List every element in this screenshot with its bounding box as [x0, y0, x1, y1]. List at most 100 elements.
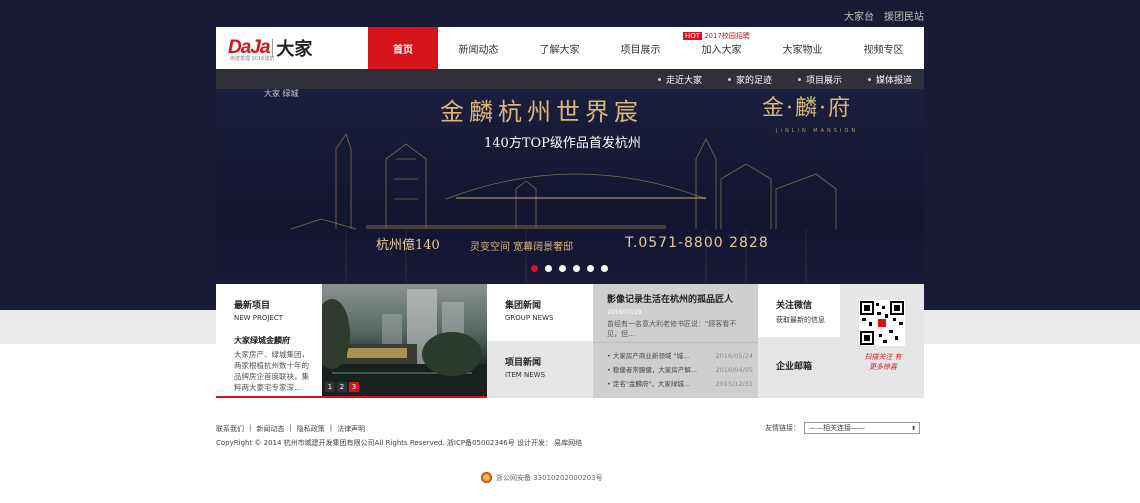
- bullet-icon: [657, 77, 661, 81]
- friend-links: 友情链接： ——相关连接—— ⬍: [765, 422, 920, 434]
- subnav-item-label: 项目展示: [805, 75, 842, 86]
- wechat-column: 关注微信 获取最新的信息 企业邮箱: [758, 284, 840, 398]
- friend-links-select[interactable]: ——相关连接—— ⬍: [804, 422, 920, 434]
- tab-item-news-title-en: ITEM NEWS: [505, 371, 546, 379]
- project-name[interactable]: 大家绿城金麟府: [234, 335, 322, 346]
- carousel-dot-1[interactable]: [545, 265, 552, 272]
- subnav-item-label: 走近大家: [665, 75, 702, 86]
- police-record-text: 浙公网安备 33010202000203号: [496, 473, 603, 482]
- nav-item-label: 大家物业: [782, 44, 823, 56]
- bullet-icon: [797, 77, 801, 81]
- wechat-title: 关注微信: [776, 301, 813, 311]
- banner-project-logo: 金·麟·府: [762, 96, 852, 121]
- nav-item-1[interactable]: 新闻动态: [438, 27, 519, 69]
- police-badge-icon: [481, 472, 492, 483]
- project-description: 大家房产、绿城集团，两家根植杭州数十年的品牌房企首度联袂，集粹两大豪宅专家深..…: [234, 350, 309, 392]
- nav-items: 首页 新闻动态 了解大家 项目展示 加入大家 HOT 2017校园招聘 大家物业 视频专区: [368, 27, 924, 69]
- nav-item-2[interactable]: 了解大家: [519, 27, 600, 69]
- subnav-item-2[interactable]: 项目展示: [797, 73, 842, 86]
- carousel-dot-3[interactable]: [573, 265, 580, 272]
- subnav-item-label: 家的足迹: [735, 75, 772, 86]
- nav-item-label: 新闻动态: [458, 44, 499, 56]
- carousel-dot-0[interactable]: [531, 265, 538, 272]
- footer-link-1[interactable]: 新闻动态: [256, 424, 284, 434]
- nav-item-4[interactable]: 加入大家 HOT 2017校园招聘: [681, 27, 762, 69]
- top-link-1[interactable]: 援团民站: [884, 8, 924, 23]
- nav-item-label: 加入大家: [701, 44, 742, 56]
- project-section-title: 最新项目: [234, 301, 271, 311]
- banner-subtitle: 140方TOP级作品首发杭州: [484, 136, 641, 151]
- news-item[interactable]: • 大家房产商业新领域 "城... 2016/05/24: [607, 349, 753, 363]
- qr-column: 扫描关注 有更多惊喜: [840, 284, 924, 398]
- news-item-title-text: 大家房产商业新领域 "城...: [612, 352, 690, 360]
- logo-brand-cn: 大家: [276, 39, 313, 60]
- top-link-0[interactable]: 大家台: [844, 8, 874, 23]
- subnav-item-1[interactable]: 家的足迹: [727, 73, 772, 86]
- footer-link-0[interactable]: 联系我们: [216, 424, 244, 434]
- footer-link-2[interactable]: 隐私政策: [297, 424, 325, 434]
- news-tabs: 集团新闻 GROUP NEWS 项目新闻 ITEM NEWS: [487, 284, 593, 398]
- footer-link-separator: |: [249, 424, 252, 432]
- footer-link-3[interactable]: 法律声明: [337, 424, 365, 434]
- company-mail[interactable]: 企业邮箱: [758, 337, 840, 398]
- project-page-2[interactable]: 3: [349, 382, 359, 392]
- footer-link-separator: |: [289, 424, 292, 432]
- police-record[interactable]: 浙公网安备 33010202000203号: [481, 472, 603, 483]
- nav-item-5[interactable]: 大家物业: [762, 27, 843, 69]
- qr-code-pattern: [860, 301, 904, 345]
- news-item[interactable]: • 稳健者常臆健，大家房产解... 2016/04/05: [607, 363, 753, 377]
- banner-bottom-mid: 灵变空间 宽幕阔景奢邸: [470, 242, 574, 253]
- footer-link-separator: |: [329, 424, 333, 432]
- news-headline[interactable]: 影像记录生活在杭州的孤品匠人: [607, 292, 758, 305]
- carousel-dot-2[interactable]: [559, 265, 566, 272]
- nav-item-label: 视频专区: [863, 44, 904, 56]
- wechat-subtitle: 获取最新的信息: [776, 316, 825, 324]
- hot-text: 2017校园招聘: [704, 32, 750, 40]
- tab-item-news[interactable]: 项目新闻 ITEM NEWS: [487, 341, 593, 398]
- banner-title: 金麟杭州世界宸: [440, 98, 643, 126]
- news-divider: [593, 342, 758, 343]
- carousel-dot-4[interactable]: [587, 265, 594, 272]
- banner-phone: T.0571-8800 2828: [625, 235, 769, 251]
- project-page-0[interactable]: 1: [325, 382, 335, 392]
- main-nav: DaJa 大家 用建筑理 2016建筑 首页 新闻动态 了解大家 项目展示 加入大家 HO…: [216, 27, 924, 69]
- site-logo[interactable]: DaJa 大家 用建筑理 2016建筑: [216, 27, 368, 69]
- news-item-date: 2015/12/31: [715, 380, 753, 388]
- news-item-title: • 稳健者常臆健，大家房产解...: [607, 363, 697, 377]
- nav-item-6[interactable]: 视频专区: [843, 27, 924, 69]
- subnav-item-3[interactable]: 媒体报道: [867, 73, 912, 86]
- nav-item-3[interactable]: 项目展示: [600, 27, 681, 69]
- carousel-dot-5[interactable]: [601, 265, 608, 272]
- tab-group-news-title: 集团新闻: [505, 301, 542, 311]
- nav-item-label: 了解大家: [539, 44, 580, 56]
- friend-links-select-value: ——相关连接——: [809, 424, 865, 432]
- hot-recruit-badge[interactable]: HOT 2017校园招聘: [683, 31, 750, 41]
- project-image[interactable]: 123: [322, 284, 487, 398]
- nav-item-0[interactable]: 首页: [368, 27, 438, 69]
- news-item[interactable]: • 定名"金麟府"，大家绿城... 2015/12/31: [607, 377, 753, 391]
- tab-group-news[interactable]: 集团新闻 GROUP NEWS: [487, 284, 593, 341]
- news-list: 影像记录生活在杭州的孤品匠人 2016/07/29 曾经有一名意大利老修书匠说：…: [593, 284, 758, 398]
- banner-brand-mini: 大家 绿城: [264, 89, 299, 98]
- bullet-icon: [727, 77, 731, 81]
- logo-tagline: 用建筑理 2016建筑: [230, 56, 275, 62]
- footer-links: 联系我们 | 新闻动态 | 隐私政策 | 法律声明: [216, 424, 365, 434]
- carousel-dots: [531, 265, 608, 272]
- news-item-title-text: 稳健者常臆健，大家房产解...: [612, 366, 698, 374]
- new-project-section: 最新项目 NEW PROJECT 大家绿城金麟府 大家房产、绿城集团，两家根植杭…: [216, 284, 322, 398]
- project-page-1[interactable]: 2: [337, 382, 347, 392]
- friend-links-label: 友情链接：: [765, 424, 800, 432]
- bullet-icon: [867, 77, 871, 81]
- subnav-item-0[interactable]: 走近大家: [657, 73, 702, 86]
- project-pager: 123: [325, 382, 359, 392]
- banner-project-logo-en: JINLIN MANSION: [776, 128, 859, 134]
- news-item-title: • 大家房产商业新领域 "城...: [607, 349, 689, 363]
- nav-item-label: 项目展示: [620, 44, 661, 56]
- nav-item-label: 首页: [393, 44, 413, 56]
- news-item-date: 2016/05/24: [715, 352, 753, 360]
- wechat-follow[interactable]: 关注微信 获取最新的信息: [758, 284, 840, 337]
- hot-tag: HOT: [683, 32, 703, 40]
- news-items: • 大家房产商业新领域 "城... 2016/05/24 • 稳健者常臆健，大家房产…: [607, 349, 753, 391]
- sub-nav: 走近大家 家的足迹 项目展示 媒体报道: [216, 69, 924, 89]
- news-headline-summary: 曾经有一名意大利老修书匠说："顾客看不见，但...: [607, 320, 737, 338]
